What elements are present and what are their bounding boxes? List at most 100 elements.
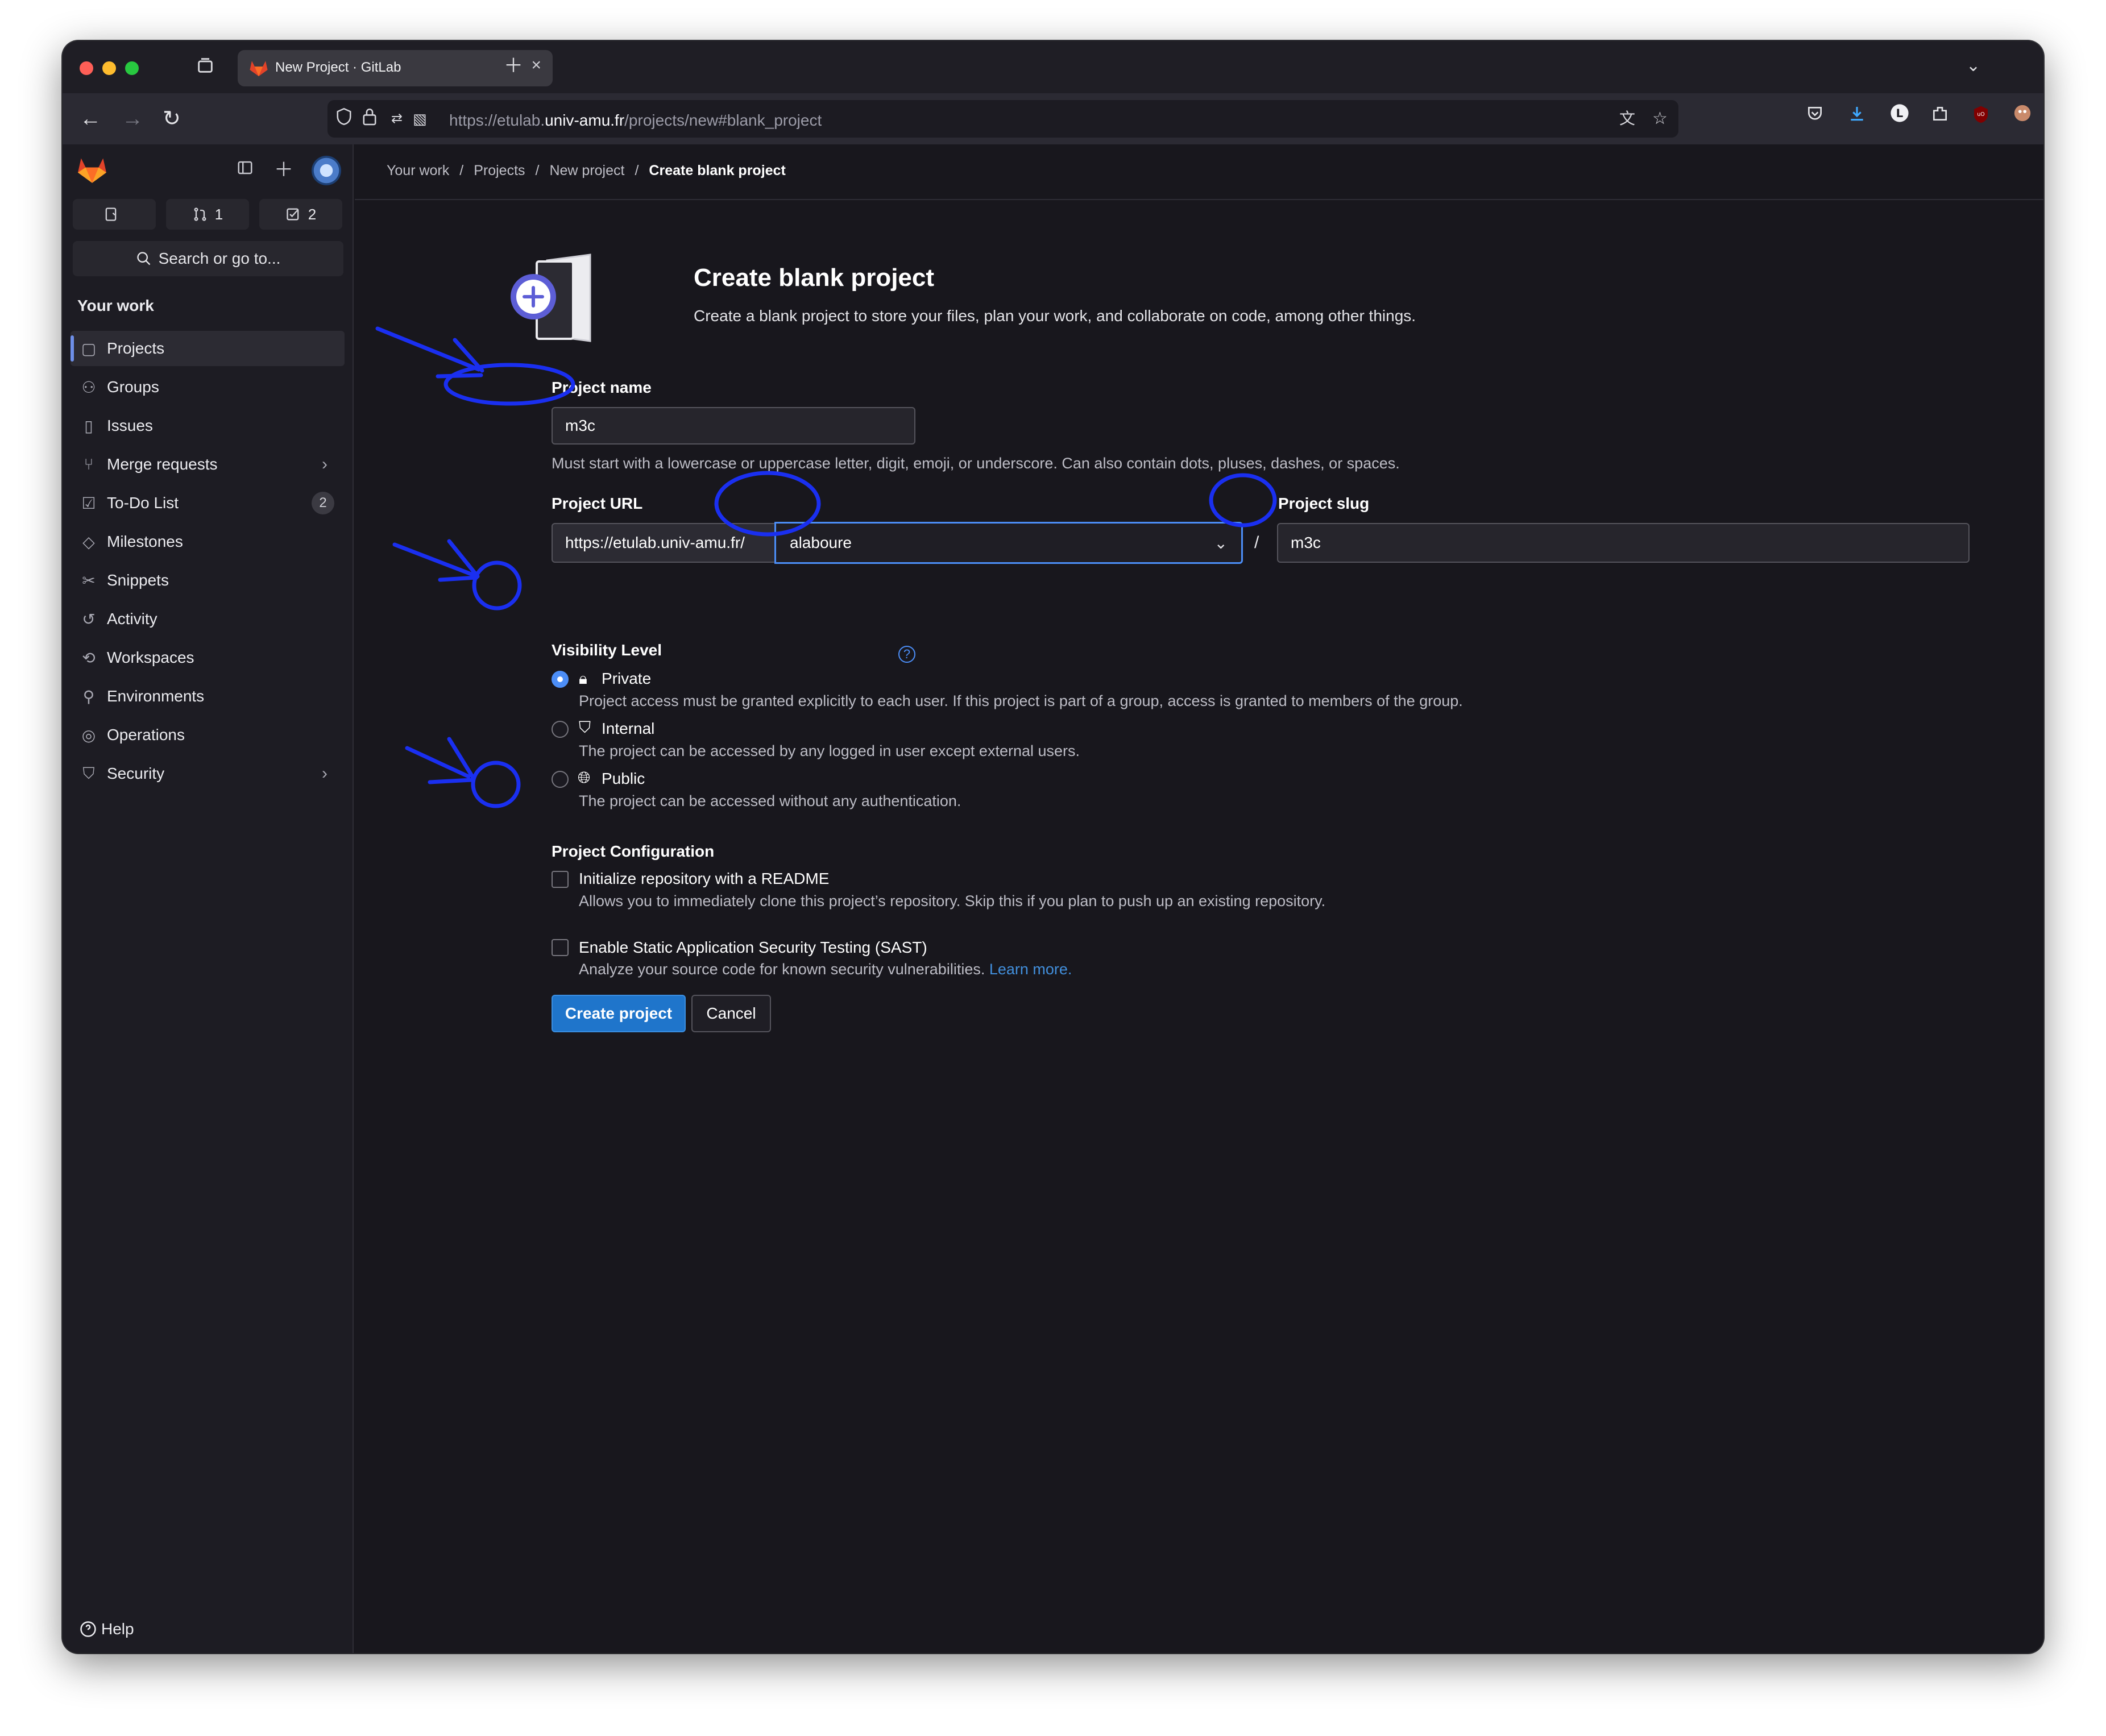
sidebar-item-activity[interactable]: ↺ Activity	[71, 601, 345, 637]
search-label: Search or go to...	[158, 250, 281, 267]
main-content: Your work / Projects / New project / Cre…	[355, 144, 2043, 1653]
breadcrumb: Your work / Projects / New project / Cre…	[387, 163, 786, 179]
reload-icon[interactable]: ↻	[163, 105, 181, 133]
sidebar-item-label: Security	[107, 765, 165, 782]
navigation-toolbar: ← → ↻ ⇄ ▧ https://etulab.univ-amu.fr/pro…	[63, 93, 2043, 144]
tab-strip: New Project · GitLab × ＋ ⌄	[63, 41, 2043, 93]
workspace-icon: ⟲	[82, 649, 96, 667]
minimize-window-button[interactable]	[102, 61, 116, 75]
breadcrumb-current[interactable]: Create blank project	[649, 163, 785, 179]
cancel-button[interactable]: Cancel	[691, 995, 771, 1032]
chevron-down-icon: ⌄	[1214, 534, 1228, 552]
downloads-icon[interactable]	[1848, 103, 1866, 130]
sidebar-item-groups[interactable]: ⚇ Groups	[71, 369, 345, 405]
svg-text:uO: uO	[1977, 111, 1984, 118]
breadcrumb-your-work[interactable]: Your work	[387, 163, 449, 179]
media-blocked-icon[interactable]: ▧	[413, 107, 427, 131]
new-tab-icon[interactable]: ＋	[504, 55, 523, 77]
shield-icon: ⛉	[82, 764, 95, 782]
blank-project-illustration	[511, 254, 591, 342]
todos-counter[interactable]: 2	[259, 199, 342, 230]
gitlab-logo-icon[interactable]	[76, 156, 108, 184]
tab-close-icon[interactable]: ×	[531, 56, 541, 75]
sidebar-item-operations[interactable]: ◎ Operations	[71, 717, 345, 753]
visibility-internal-description: The project can be accessed by any logge…	[579, 742, 1080, 759]
ublock-icon[interactable]: uO	[1972, 103, 1990, 130]
page-description: Create a blank project to store your fil…	[694, 307, 1416, 325]
project-name-input[interactable]: m3c	[552, 407, 915, 445]
sidebar-item-label: Groups	[107, 378, 159, 396]
namespace-select[interactable]: alaboure ⌄	[774, 522, 1243, 564]
visibility-internal-label[interactable]: Internal	[602, 720, 654, 738]
visibility-internal-radio[interactable]	[552, 721, 569, 738]
todo-count-badge: 2	[312, 492, 334, 514]
visibility-public-label[interactable]: Public	[602, 770, 645, 788]
breadcrumb-projects[interactable]: Projects	[474, 163, 525, 179]
sidebar-item-issues[interactable]: ▯ Issues	[71, 408, 345, 443]
back-icon[interactable]: ←	[80, 105, 101, 133]
lock-icon[interactable]	[362, 107, 378, 133]
tab-list-chevron-icon[interactable]: ⌄	[1966, 55, 1980, 77]
initialize-readme-label[interactable]: Initialize repository with a README	[579, 870, 829, 888]
search-or-go-to-button[interactable]: Search or go to...	[73, 241, 343, 276]
sidebar-item-workspaces[interactable]: ⟲ Workspaces	[71, 640, 345, 675]
create-project-button[interactable]: Create project	[552, 995, 686, 1032]
sidebar-item-label: Milestones	[107, 533, 183, 550]
close-window-button[interactable]	[80, 61, 93, 75]
visibility-public-radio[interactable]	[552, 771, 569, 788]
help-button[interactable]: Help	[80, 1620, 134, 1638]
account-icon[interactable]: L	[1890, 103, 1909, 130]
sidebar-item-label: Workspaces	[107, 649, 194, 666]
svg-text:L: L	[1896, 107, 1904, 120]
breadcrumb-separator: /	[459, 163, 464, 178]
initialize-readme-hint: Allows you to immediately clone this pro…	[579, 892, 1326, 909]
profile-extension-icon[interactable]	[2013, 103, 2032, 130]
address-bar[interactable]: ⇄ ▧ https://etulab.univ-amu.fr/projects/…	[327, 100, 1678, 138]
merge-request-icon: ⑂	[84, 455, 94, 473]
merge-requests-counter[interactable]: 1	[166, 199, 249, 230]
assigned-issues-counter[interactable]	[73, 199, 156, 230]
visibility-private-radio[interactable]	[552, 671, 569, 688]
tab-overview-icon[interactable]	[196, 56, 215, 80]
translate-icon[interactable]: 文	[1619, 107, 1635, 131]
environment-icon: ⚲	[82, 687, 95, 705]
breadcrumb-new-project[interactable]: New project	[549, 163, 624, 179]
visibility-help-icon[interactable]: ?	[898, 646, 915, 663]
sidebar-item-label: Issues	[107, 417, 153, 434]
merge-requests-count: 1	[214, 205, 223, 223]
project-url-prefix: https://etulab.univ-amu.fr/	[552, 523, 776, 563]
sidebar-item-merge-requests[interactable]: ⑂ Merge requests ›	[71, 447, 345, 482]
issues-icon	[105, 207, 117, 221]
chevron-right-icon: ›	[322, 455, 327, 474]
tab-title: New Project · GitLab	[275, 60, 401, 75]
create-new-icon[interactable]: ＋	[274, 157, 293, 183]
initialize-readme-checkbox[interactable]	[552, 871, 569, 888]
forward-icon[interactable]: →	[122, 105, 143, 133]
lock-icon: 🔒︎	[579, 670, 587, 687]
collapse-sidebar-icon[interactable]	[237, 157, 254, 183]
sidebar-item-snippets[interactable]: ✂ Snippets	[71, 563, 345, 598]
sidebar-item-label: Merge requests	[107, 455, 218, 473]
pocket-icon[interactable]	[1806, 103, 1824, 130]
sidebar-item-milestones[interactable]: ◇ Milestones	[71, 524, 345, 559]
user-avatar[interactable]	[312, 156, 341, 185]
todo-icon: ☑	[81, 494, 96, 512]
globe-icon: 🌐︎	[578, 769, 591, 786]
extensions-icon[interactable]	[1931, 103, 1949, 130]
sidebar-item-todo-list[interactable]: ☑ To-Do List 2	[71, 485, 345, 521]
sidebar-item-environments[interactable]: ⚲ Environments	[71, 679, 345, 714]
permissions-icon[interactable]: ⇄	[391, 107, 403, 131]
help-icon	[80, 1621, 96, 1637]
sidebar-section-title: Your work	[77, 297, 154, 314]
project-name-label: Project name	[552, 379, 652, 396]
visibility-private-label[interactable]: Private	[602, 670, 651, 688]
maximize-window-button[interactable]	[125, 61, 139, 75]
chevron-right-icon: ›	[322, 764, 327, 783]
sidebar-item-security[interactable]: ⛉ Security ›	[71, 756, 345, 791]
url-text[interactable]: https://etulab.univ-amu.fr/projects/new#…	[449, 111, 822, 130]
bookmark-star-icon[interactable]: ☆	[1652, 107, 1668, 131]
tracking-protection-shield-icon[interactable]	[335, 107, 353, 133]
project-slug-input[interactable]: m3c	[1277, 523, 1970, 563]
sast-checkbox[interactable]	[552, 939, 569, 956]
sidebar-item-projects[interactable]: ▢ Projects	[71, 331, 345, 366]
